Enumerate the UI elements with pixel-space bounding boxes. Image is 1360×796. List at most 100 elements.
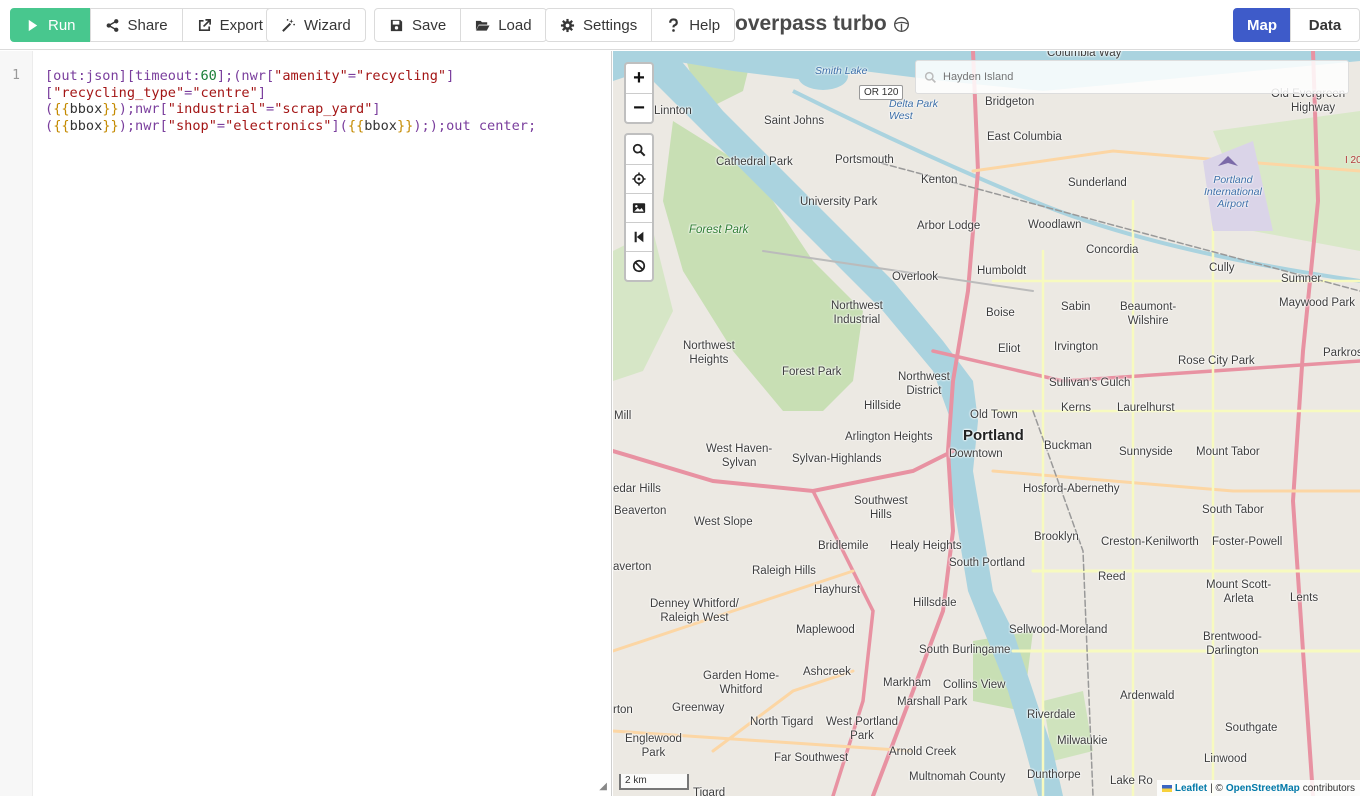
map-label-greenway: Greenway [672,702,725,714]
zoom-in-button[interactable]: + [626,64,652,93]
settings-button[interactable]: Settings [545,8,653,42]
map-label-forest-park-area: Forest Park [689,224,749,236]
data-tab-label: Data [1308,16,1342,34]
map-label-portland: Portland [963,427,1024,444]
map-label-rton: rton [613,704,633,716]
save-button[interactable]: Save [374,8,462,42]
map-label-brentwood-darlington: Brentwood- Darlington [1203,631,1262,657]
map-label-mount-scott-arleta: Mount Scott- Arleta [1206,579,1272,605]
map-label-irvington: Irvington [1054,341,1099,353]
wizard-button[interactable]: Wizard [266,8,366,42]
resize-handle-icon[interactable]: ◢ [599,781,607,792]
export-button[interactable]: Export [181,8,278,42]
zoom-out-button[interactable]: − [626,93,652,122]
map-label-garden-home: Garden Home- Whitford [703,670,780,696]
map-label-sumner: Sumner [1281,273,1322,285]
query-code[interactable]: [out:json][timeout:60];(nwr["amenity"="r… [45,68,605,134]
map-label-hillside: Hillside [864,400,902,412]
query-editor[interactable]: 1 [out:json][timeout:60];(nwr["amenity"=… [0,51,612,796]
locate-me-button[interactable] [626,164,652,193]
map-label-north-tigard: North Tigard [750,716,814,728]
map-label-denney-whitford: Denney Whitford/ Raleigh West [650,598,739,624]
map-view[interactable]: Columbia Way Bridgeton East Columbia Old… [613,51,1360,796]
line-gutter: 1 [0,51,33,796]
share-button[interactable]: Share [89,8,183,42]
previous-view-button[interactable] [626,222,652,251]
run-button[interactable]: Run [10,8,91,42]
map-label-lake-oswego: Lake Ro [1110,775,1153,787]
map-label-cedar-hills: edar Hills [613,483,661,495]
openstreetmap-link[interactable]: OpenStreetMap [1226,783,1300,794]
share-icon [106,18,118,32]
map-label-highway: Highway [1291,102,1336,114]
map-label-east-columbia: East Columbia [987,131,1062,143]
load-button[interactable]: Load [460,8,547,42]
map-label-maywood-park: Maywood Park [1279,297,1356,309]
map-label-west-slope: West Slope [694,516,753,528]
attribution-contributors: contributors [1302,782,1355,794]
map-label-west-haven: West Haven- Sylvan [706,443,773,469]
map-label-healy-heights: Healy Heights [890,540,962,552]
map-label-collins-view: Collins View [943,679,1006,691]
map-label-sullivans-gulch: Sullivan's Gulch [1049,377,1131,389]
map-label-markham: Markham [883,677,931,689]
data-tab[interactable]: Data [1290,8,1360,42]
map-label-sunnyside: Sunnyside [1119,446,1173,458]
map-label-maplewood: Maplewood [796,624,855,636]
map-label-mill: Mill [614,410,632,422]
help-label: Help [689,16,721,34]
map-label-ardenwald: Ardenwald [1120,690,1175,702]
zoom-to-data-button[interactable] [626,135,652,164]
crosshair-icon [632,172,646,186]
ukraine-flag-icon [1161,784,1172,792]
image-icon [632,203,646,213]
leaflet-link[interactable]: Leaflet [1175,783,1207,794]
map-label-old-town: Old Town [970,409,1018,421]
help-button[interactable]: Help [651,8,736,42]
app-title: overpass turbo [735,12,910,36]
clear-data-button[interactable] [626,251,652,280]
map-tab[interactable]: Map [1233,8,1291,42]
map-label-parkrose-h: Parkrose H [1323,347,1360,359]
floppy-disk-icon [390,19,403,31]
map-label-mount-tabor: Mount Tabor [1196,446,1260,458]
map-label-northwest-district: Northwest District [898,371,950,397]
map-label-creston-kenilworth: Creston-Kenilworth [1101,536,1199,548]
map-label-southwest-hills: Southwest Hills [854,495,908,521]
folder-open-icon [476,20,490,31]
map-label-rose-city-park: Rose City Park [1178,355,1255,367]
map-label-cully: Cully [1209,262,1235,274]
map-label-laurelhurst: Laurelhurst [1117,402,1175,414]
attribution-separator: | © [1210,782,1223,794]
map-search-box[interactable] [915,60,1349,94]
map-label-southgate: Southgate [1225,722,1278,734]
map-label-arbor-lodge: Arbor Lodge [917,220,981,232]
search-icon [924,71,936,83]
map-label-sabin: Sabin [1061,301,1091,313]
map-label-arlington-heights: Arlington Heights [845,431,933,443]
export-image-button[interactable] [626,193,652,222]
map-search-input[interactable] [943,71,1323,83]
map-label-woodlawn: Woodlawn [1028,219,1082,231]
map-label-raleigh-hills: Raleigh Hills [752,565,816,577]
wizard-label: Wizard [304,16,351,34]
map-label-averton: averton [613,561,652,573]
run-share-export-group: Run Share Export [10,8,278,42]
map-label-south-burlingame: South Burlingame [919,644,1011,656]
map-label-humboldt: Humboldt [977,265,1027,277]
map-tab-label: Map [1247,16,1277,34]
map-label-marshall-park: Marshall Park [897,696,968,708]
line-number: 1 [12,68,20,83]
map-label-linnton: Linnton [654,105,692,117]
settings-label: Settings [583,16,638,34]
map-label-milwaukie: Milwaukie [1057,735,1108,747]
map-label-hayhurst: Hayhurst [814,584,861,596]
load-label: Load [498,16,532,34]
map-label-saint-johns: Saint Johns [764,115,825,127]
map-label-downtown: Downtown [949,448,1003,460]
share-label: Share [127,16,168,34]
save-load-group: Save Load [374,8,547,42]
magic-wand-icon [282,18,295,32]
save-label: Save [412,16,447,34]
ban-icon [632,259,646,273]
